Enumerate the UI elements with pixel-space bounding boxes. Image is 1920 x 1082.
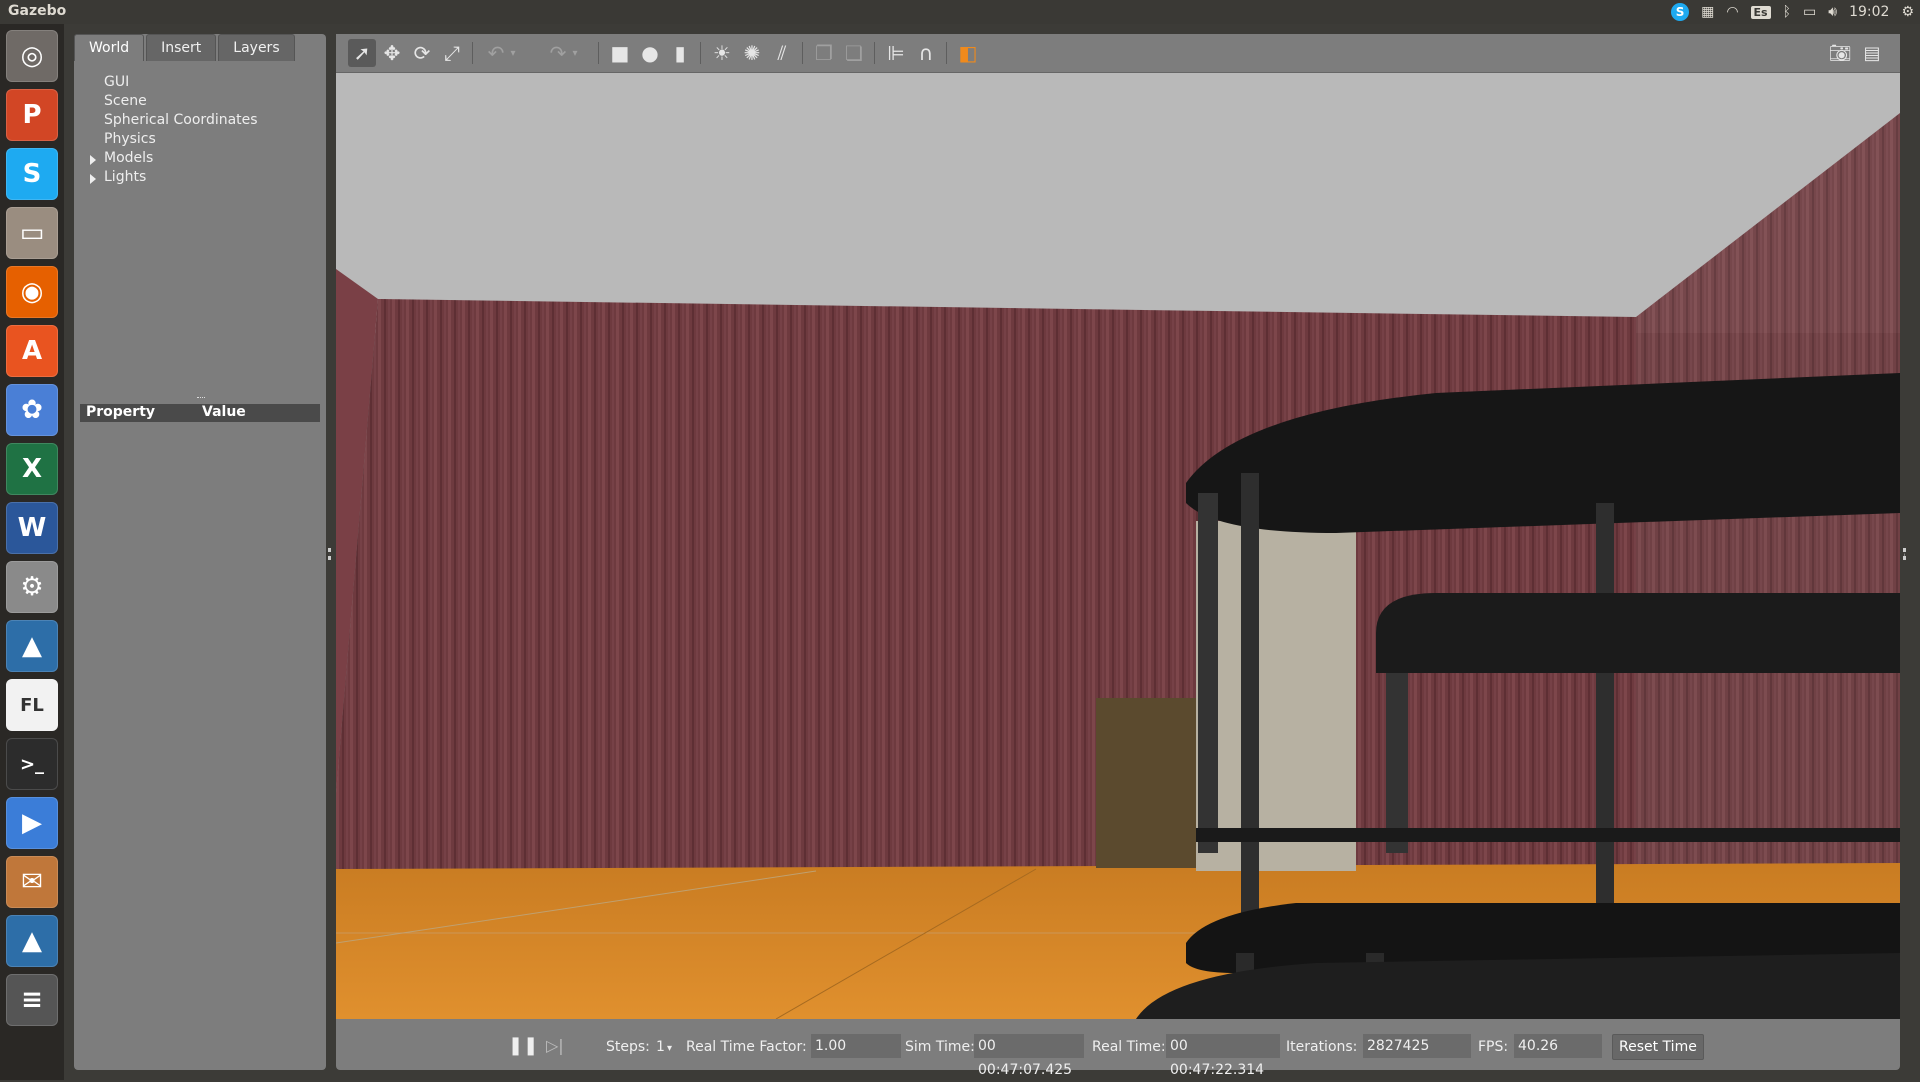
pause-icon[interactable]: ❚❚ (508, 1035, 538, 1056)
tree-item-spherical-coordinates[interactable]: Spherical Coordinates (104, 112, 258, 128)
tree-item-lights[interactable]: Lights (104, 169, 146, 185)
toolbar: ➚ ✥ ⟳ ⤢ ↶ ▾ ↷ ▾ ■ ● ▮ ☀ ✺ ⫽ ❐ ❏ ⊫ ∩ ◧ 📷︎… (336, 34, 1900, 73)
tree-item-physics[interactable]: Physics (104, 131, 156, 147)
toolbar-divider (700, 42, 701, 64)
toolbar-divider (598, 42, 599, 64)
toolbar-divider (946, 42, 947, 64)
box-icon[interactable]: ■ (606, 39, 634, 67)
main-area: ➚ ✥ ⟳ ⤢ ↶ ▾ ↷ ▾ ■ ● ▮ ☀ ✺ ⫽ ❐ ❏ ⊫ ∩ ◧ 📷︎… (336, 34, 1900, 1078)
launcher-workspaces-icon[interactable]: ≡ (6, 974, 58, 1026)
system-tray: S ▦ ◠ Es ᛒ ▭ 🔊︎ 19:02 ⚙ (1671, 2, 1914, 22)
left-panel-tabs: World Insert Layers (74, 34, 297, 62)
real-time-field: 00 00:47:22.314 (1166, 1034, 1280, 1078)
workspaces-icon[interactable]: ▦ (1701, 4, 1714, 20)
launcher-word-icon[interactable]: W (6, 502, 58, 554)
launcher-package-installer-icon[interactable]: ✉ (6, 856, 58, 908)
real-time-factor-field: 1.00 (811, 1034, 901, 1058)
tab-layers[interactable]: Layers (218, 34, 295, 61)
left-panel: World Insert Layers GUI Scene Spherical … (74, 34, 326, 1070)
toolbar-divider (472, 42, 473, 64)
right-splitter-handle[interactable] (1903, 548, 1909, 560)
point-light-icon[interactable]: ☀ (708, 39, 736, 67)
real-time-factor-label: Real Time Factor: (686, 1039, 807, 1055)
directional-light-icon[interactable]: ⫽ (768, 39, 796, 67)
step-icon[interactable]: ▷| (546, 1036, 564, 1055)
copy-icon[interactable]: ❐ (810, 39, 838, 67)
fps-field: 40.26 (1514, 1034, 1602, 1058)
launcher-software-center-icon[interactable]: A (6, 325, 58, 377)
real-time-label: Real Time: (1092, 1039, 1166, 1055)
back-wall (336, 299, 1636, 873)
launcher-matlab-icon[interactable]: ▲ (6, 620, 58, 672)
tree-item-gui[interactable]: GUI (104, 74, 129, 90)
launcher-powerpoint-icon[interactable]: P (6, 89, 58, 141)
log-icon[interactable]: ▤ (1858, 39, 1886, 67)
paste-icon[interactable]: ❏ (840, 39, 868, 67)
toolbar-divider (802, 42, 803, 64)
splitter-handle[interactable] (197, 397, 205, 401)
clock[interactable]: 19:02 (1849, 4, 1889, 20)
cylinder-icon[interactable]: ▮ (666, 39, 694, 67)
launcher-ubuntu-dash-icon[interactable]: ◎ (6, 30, 58, 82)
select-arrow-icon[interactable]: ➚ (348, 39, 376, 67)
launcher-firefox-icon[interactable]: ◉ (6, 266, 58, 318)
toolbar-divider (874, 42, 875, 64)
launcher-terminal-icon[interactable]: >_ (6, 738, 58, 790)
spot-light-icon[interactable]: ✺ (738, 39, 766, 67)
launcher-excel-icon[interactable]: X (6, 443, 58, 495)
left-splitter-handle[interactable] (328, 548, 334, 560)
gear-icon[interactable]: ⚙ (1901, 4, 1914, 20)
scene-render (336, 73, 1900, 1019)
window-title: Gazebo (8, 3, 67, 19)
tab-insert[interactable]: Insert (146, 34, 217, 61)
volume-icon[interactable]: 🔊︎ (1828, 4, 1837, 20)
launcher: ◎ P S ▭ ◉ A ✿ X W ⚙ ▲ FL >_ ▶ ✉ ▲ ≡ (0, 24, 64, 1080)
launcher-skype-icon[interactable]: S (6, 148, 58, 200)
wifi-icon[interactable]: ◠ (1726, 4, 1738, 20)
rotate-icon[interactable]: ⟳ (408, 39, 436, 67)
tab-world[interactable]: World (74, 34, 145, 61)
tree-item-scene[interactable]: Scene (104, 93, 147, 109)
translate-icon[interactable]: ✥ (378, 39, 406, 67)
skype-tray-icon[interactable]: S (1671, 3, 1690, 21)
align-icon[interactable]: ⊫ (882, 39, 910, 67)
reset-time-button[interactable]: Reset Time (1612, 1034, 1704, 1060)
scale-icon[interactable]: ⤢ (438, 39, 466, 67)
steps-value[interactable]: 1 (656, 1039, 665, 1055)
property-table-header: Property Value (80, 404, 320, 422)
view-angle-icon[interactable]: ◧ (954, 39, 982, 67)
tree-item-models[interactable]: Models (104, 150, 153, 166)
steps-dropdown-icon[interactable]: ▾ (667, 1043, 672, 1054)
steps-label: Steps: (606, 1039, 650, 1055)
launcher-files-icon[interactable]: ▭ (6, 207, 58, 259)
launcher-flpsed-icon[interactable]: FL (6, 679, 58, 731)
expand-arrow-icon[interactable] (90, 174, 96, 184)
iterations-label: Iterations: (1286, 1039, 1358, 1055)
snap-icon[interactable]: ∩ (912, 39, 940, 67)
keyboard-layout-indicator[interactable]: Es (1750, 5, 1771, 19)
cabinet-model[interactable] (1196, 521, 1356, 871)
expand-arrow-icon[interactable] (90, 155, 96, 165)
battery-icon[interactable]: ▭ (1803, 4, 1816, 20)
fps-label: FPS: (1478, 1039, 1509, 1055)
status-bar: ❚❚ ▷| Steps: 1 ▾ Real Time Factor: 1.00 … (336, 1024, 1900, 1078)
value-column-header: Value (202, 404, 246, 420)
world-tree: GUI Scene Spherical Coordinates Physics … (74, 64, 326, 404)
redo-dropdown-icon[interactable]: ▾ (568, 39, 582, 67)
sim-time-field: 00 00:47:07.425 (974, 1034, 1084, 1078)
launcher-video-player-icon[interactable]: ▶ (6, 797, 58, 849)
sphere-icon[interactable]: ● (636, 39, 664, 67)
launcher-picasa-icon[interactable]: ✿ (6, 384, 58, 436)
3d-viewport[interactable] (336, 73, 1900, 1019)
screenshot-icon[interactable]: 📷︎ (1826, 39, 1854, 67)
sim-time-label: Sim Time: (905, 1039, 975, 1055)
property-column-header: Property (86, 404, 156, 420)
system-top-bar: Gazebo S ▦ ◠ Es ᛒ ▭ 🔊︎ 19:02 ⚙ (0, 0, 1920, 24)
launcher-matlab-2-icon[interactable]: ▲ (6, 915, 58, 967)
ceiling (336, 73, 1900, 333)
bluetooth-icon[interactable]: ᛒ (1783, 4, 1791, 20)
undo-dropdown-icon[interactable]: ▾ (506, 39, 520, 67)
launcher-system-settings-icon[interactable]: ⚙ (6, 561, 58, 613)
iterations-field: 2827425 (1363, 1034, 1471, 1058)
